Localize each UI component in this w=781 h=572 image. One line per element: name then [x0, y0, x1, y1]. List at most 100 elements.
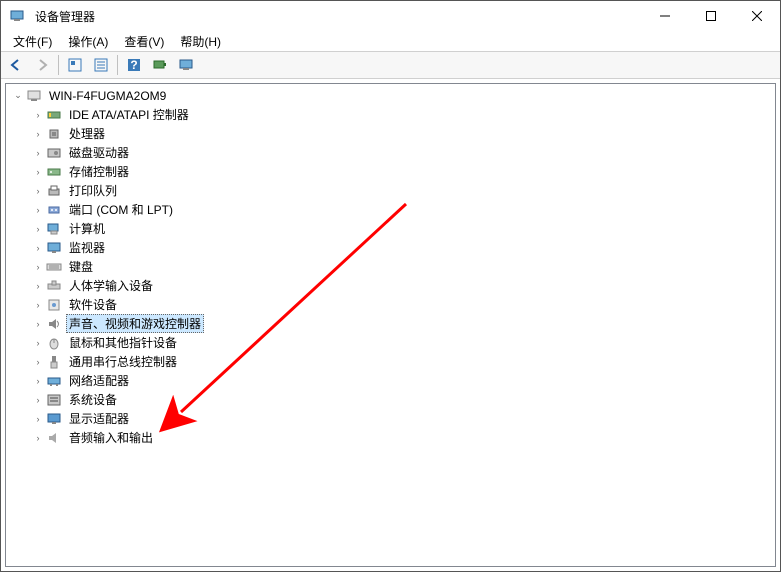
port-icon: [46, 202, 62, 218]
tree-node-label: 软件设备: [66, 295, 120, 314]
storage-icon: [46, 164, 62, 180]
tree-node-label: 磁盘驱动器: [66, 143, 132, 162]
audio-icon: [46, 430, 62, 446]
toolbar-separator: [117, 55, 118, 75]
expand-icon[interactable]: ⌄: [10, 88, 26, 104]
tree-node-network[interactable]: › 网络适配器: [6, 371, 775, 390]
tree-node-disk[interactable]: › 磁盘驱动器: [6, 143, 775, 162]
keyboard-icon: [46, 259, 62, 275]
expand-icon[interactable]: ›: [30, 354, 46, 370]
menu-file[interactable]: 文件(F): [5, 31, 60, 52]
device-manager-window: 设备管理器 文件(F) 操作(A) 查看(V) 帮助(H) ? ⌄ WIN-F4F…: [0, 0, 781, 572]
expand-icon[interactable]: ›: [30, 107, 46, 123]
tree-node-monitor[interactable]: › 监视器: [6, 238, 775, 257]
monitor-icon: [46, 240, 62, 256]
tree-node-hid[interactable]: › 人体学输入设备: [6, 276, 775, 295]
expand-icon[interactable]: ›: [30, 430, 46, 446]
toolbar-forward-button[interactable]: [30, 53, 54, 77]
expand-icon[interactable]: ›: [30, 316, 46, 332]
mouse-icon: [46, 335, 62, 351]
expand-icon[interactable]: ›: [30, 411, 46, 427]
expand-icon[interactable]: ›: [30, 259, 46, 275]
expand-icon[interactable]: ›: [30, 126, 46, 142]
tree-node-keyboard[interactable]: › 键盘: [6, 257, 775, 276]
expand-icon[interactable]: ›: [30, 392, 46, 408]
tree-node-label: 计算机: [66, 219, 108, 238]
toolbar-back-button[interactable]: [4, 53, 28, 77]
software-icon: [46, 297, 62, 313]
tree-node-sound[interactable]: › 声音、视频和游戏控制器: [6, 314, 775, 333]
app-icon: [9, 8, 25, 24]
menubar: 文件(F) 操作(A) 查看(V) 帮助(H): [1, 31, 780, 51]
tree-node-label: 处理器: [66, 124, 108, 143]
hid-icon: [46, 278, 62, 294]
tree-node-audio[interactable]: › 音频输入和输出: [6, 428, 775, 447]
sound-icon: [46, 316, 62, 332]
tree-node-label: 打印队列: [66, 181, 120, 200]
expand-icon[interactable]: ›: [30, 240, 46, 256]
svg-text:?: ?: [130, 58, 137, 72]
tree-node-label: 鼠标和其他指针设备: [66, 333, 180, 352]
toolbar-help-button[interactable]: ?: [122, 53, 146, 77]
expand-icon[interactable]: ›: [30, 164, 46, 180]
device-tree[interactable]: ⌄WIN-F4FUGMA2OM9›IDE ATA/ATAPI 控制器›处理器›磁…: [5, 83, 776, 567]
toolbar-separator: [58, 55, 59, 75]
tree-node-cpu[interactable]: › 处理器: [6, 124, 775, 143]
tree-node-pc[interactable]: › 计算机: [6, 219, 775, 238]
system-icon: [46, 392, 62, 408]
expand-icon[interactable]: ›: [30, 221, 46, 237]
tree-node-printer[interactable]: › 打印队列: [6, 181, 775, 200]
tree-node-label: IDE ATA/ATAPI 控制器: [66, 105, 192, 124]
tree-node-system[interactable]: › 系统设备: [6, 390, 775, 409]
tree-node-label: 监视器: [66, 238, 108, 257]
tree-node-label: 音频输入和输出: [66, 428, 156, 447]
tree-node-label: 网络适配器: [66, 371, 132, 390]
tree-root-node[interactable]: ⌄ WIN-F4FUGMA2OM9: [6, 86, 775, 105]
tree-node-label: 系统设备: [66, 390, 120, 409]
menu-view[interactable]: 查看(V): [116, 31, 172, 52]
display-icon: [46, 411, 62, 427]
ide-icon: [46, 107, 62, 123]
network-icon: [46, 373, 62, 389]
computer-icon: [26, 88, 42, 104]
tree-node-label: 声音、视频和游戏控制器: [66, 314, 204, 333]
cpu-icon: [46, 126, 62, 142]
tree-node-label: WIN-F4FUGMA2OM9: [46, 88, 169, 104]
minimize-button[interactable]: [642, 1, 688, 31]
expand-icon[interactable]: ›: [30, 278, 46, 294]
menu-action[interactable]: 操作(A): [60, 31, 116, 52]
tree-node-ide[interactable]: › IDE ATA/ATAPI 控制器: [6, 105, 775, 124]
titlebar: 设备管理器: [1, 1, 780, 31]
toolbar-monitor-button[interactable]: [174, 53, 198, 77]
printer-icon: [46, 183, 62, 199]
expand-icon[interactable]: ›: [30, 145, 46, 161]
tree-node-usb[interactable]: › 通用串行总线控制器: [6, 352, 775, 371]
toolbar-properties-button[interactable]: [89, 53, 113, 77]
tree-node-display[interactable]: › 显示适配器: [6, 409, 775, 428]
expand-icon[interactable]: ›: [30, 297, 46, 313]
tree-node-label: 显示适配器: [66, 409, 132, 428]
toolbar-show-hidden-button[interactable]: [63, 53, 87, 77]
expand-icon[interactable]: ›: [30, 335, 46, 351]
tree-node-mouse[interactable]: › 鼠标和其他指针设备: [6, 333, 775, 352]
usb-icon: [46, 354, 62, 370]
tree-node-label: 键盘: [66, 257, 96, 276]
toolbar-scan-button[interactable]: [148, 53, 172, 77]
tree-node-software[interactable]: › 软件设备: [6, 295, 775, 314]
window-title: 设备管理器: [35, 8, 95, 25]
pc-icon: [46, 221, 62, 237]
tree-node-port[interactable]: › 端口 (COM 和 LPT): [6, 200, 775, 219]
disk-icon: [46, 145, 62, 161]
expand-icon[interactable]: ›: [30, 202, 46, 218]
menu-help[interactable]: 帮助(H): [172, 31, 229, 52]
expand-icon[interactable]: ›: [30, 183, 46, 199]
close-button[interactable]: [734, 1, 780, 31]
tree-node-label: 人体学输入设备: [66, 276, 156, 295]
toolbar: ?: [1, 51, 780, 79]
expand-icon[interactable]: ›: [30, 373, 46, 389]
tree-node-storage[interactable]: › 存储控制器: [6, 162, 775, 181]
maximize-button[interactable]: [688, 1, 734, 31]
tree-node-label: 通用串行总线控制器: [66, 352, 180, 371]
tree-node-label: 端口 (COM 和 LPT): [66, 200, 176, 219]
tree-node-label: 存储控制器: [66, 162, 132, 181]
